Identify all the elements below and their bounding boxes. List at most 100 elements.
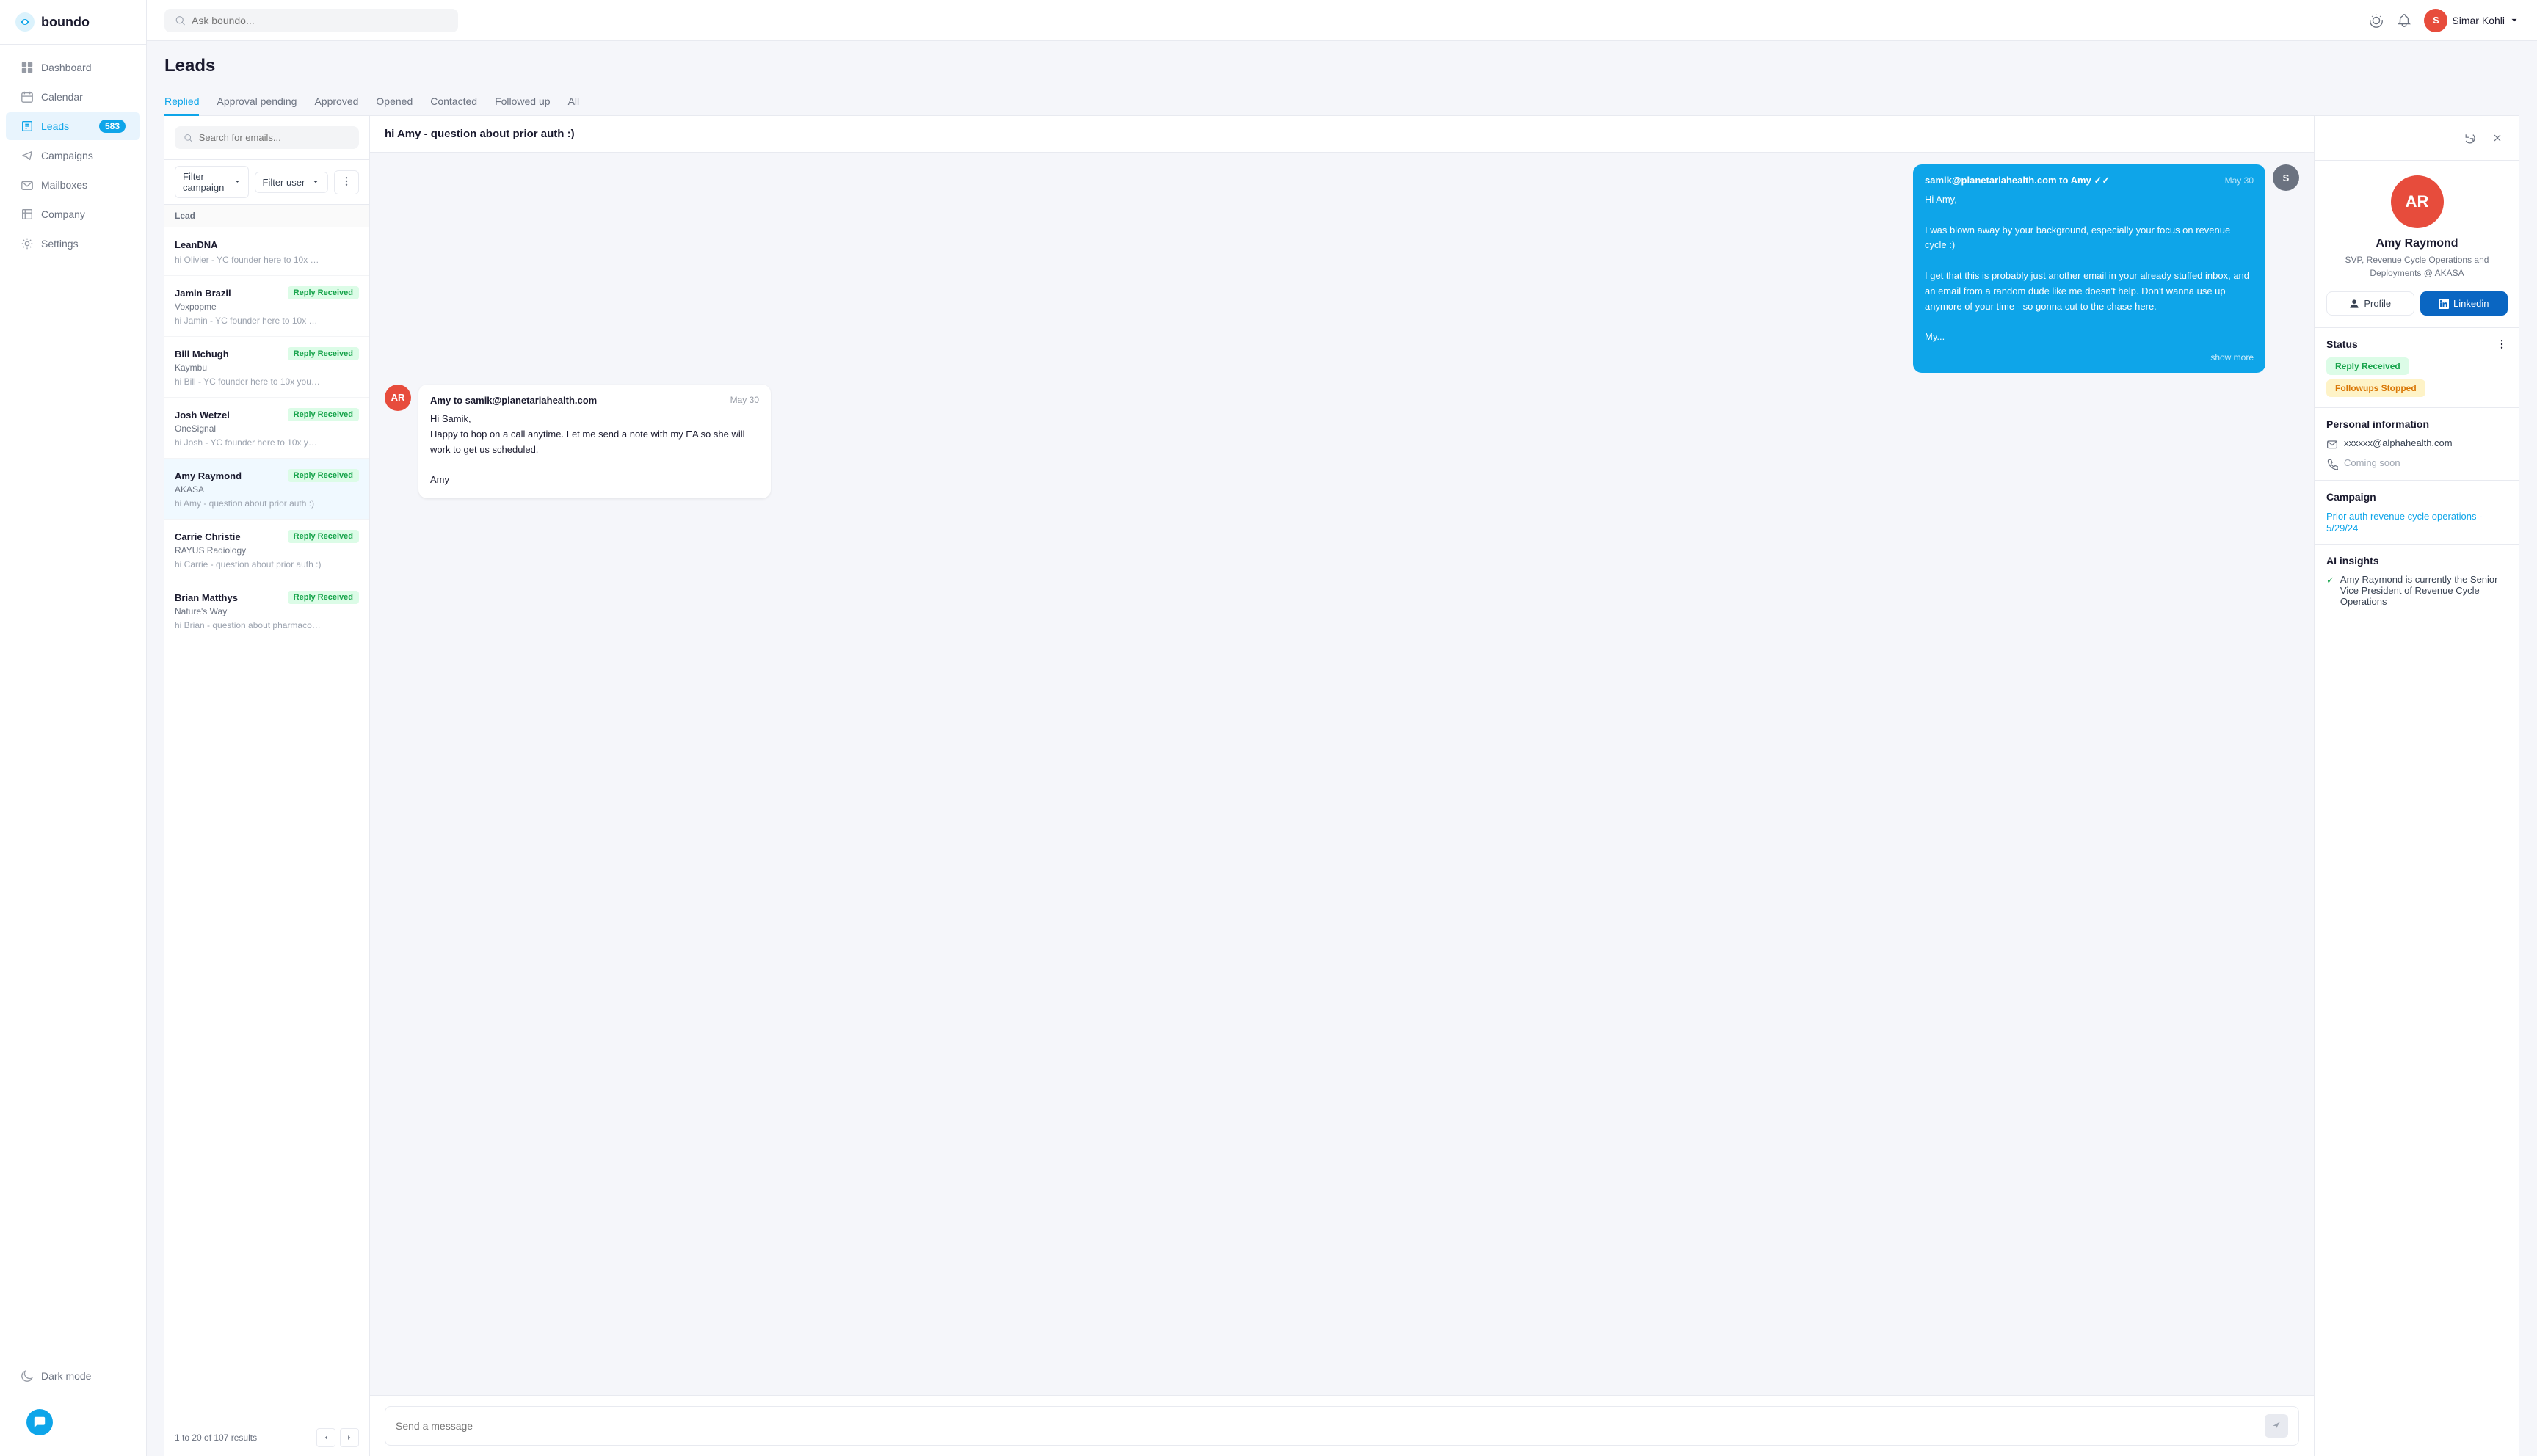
status-badge-followup: Followups Stopped [2326,379,2425,397]
logo-text: boundo [41,15,90,30]
list-item[interactable]: Brian Matthys Reply Received Nature's Wa… [164,580,369,641]
status-section-header: Status [2326,338,2508,350]
campaign-section-header: Campaign [2326,491,2508,503]
more-dots-icon [341,175,352,187]
sidebar-item-leads[interactable]: Leads 583 [6,112,140,140]
notifications-bell-icon[interactable] [2396,12,2412,29]
refresh-icon [2464,132,2475,144]
user-menu[interactable]: S Simar Kohli [2424,9,2519,32]
lead-status-badge: Reply Received [288,286,359,299]
search-bar[interactable] [164,9,458,32]
filter-campaign-chevron [234,178,241,186]
lead-company: Nature's Way [175,606,359,616]
sidebar-item-mailboxes-label: Mailboxes [41,179,87,191]
sidebar-item-company[interactable]: Company [6,200,140,228]
tab-followed-up[interactable]: Followed up [495,88,551,116]
lead-preview: hi Brian - question about pharmacovigila… [175,620,322,630]
sidebar-item-campaigns-label: Campaigns [41,150,93,161]
global-search-input[interactable] [192,15,448,26]
leads-icon [21,120,34,133]
refresh-button[interactable] [2459,128,2480,148]
tab-all[interactable]: All [568,88,580,116]
sidebar-item-dashboard[interactable]: Dashboard [6,54,140,81]
list-item[interactable]: Amy Raymond Reply Received AKASA hi Amy … [164,459,369,520]
sidebar-bottom: Dark mode [0,1353,146,1400]
profile-title: SVP, Revenue Cycle Operations and Deploy… [2326,253,2508,280]
sidebar-item-leads-label: Leads [41,120,69,132]
profile-panel-header [2315,116,2519,161]
list-item[interactable]: Josh Wetzel Reply Received OneSignal hi … [164,398,369,459]
linkedin-button[interactable]: Linkedin [2420,291,2508,316]
status-section: Status Reply Received Followups Stopped [2315,327,2519,407]
sidebar-item-dashboard-label: Dashboard [41,62,92,73]
avatar: AR [385,385,411,411]
panels: Filter campaign Filter user Le [164,116,2519,1456]
close-profile-button[interactable] [2487,128,2508,148]
notification-megaphone-icon[interactable] [2368,12,2384,29]
status-badges: Reply Received Followups Stopped [2326,357,2508,397]
dashboard-icon [21,61,34,74]
lead-preview: hi Amy - question about prior auth :) [175,498,322,509]
lead-status-badge: Reply Received [288,347,359,360]
chevron-down-icon [2509,15,2519,26]
leads-badge: 583 [99,120,126,133]
sidebar-nav: Dashboard Calendar Leads 583 Campaigns M… [0,45,146,1353]
profile-button[interactable]: Profile [2326,291,2414,316]
settings-icon [21,237,34,250]
show-more-button[interactable]: show more [1925,352,2254,363]
filter-campaign-select[interactable]: Filter campaign [175,166,249,198]
list-item[interactable]: LeanDNA Reply Received hi Olivier - YC f… [164,228,369,276]
topbar: S Simar Kohli [147,0,2537,41]
main-area: S Simar Kohli Leads Replied Approval pen… [147,0,2537,1456]
mailboxes-icon [21,178,34,192]
sidebar-item-dark-mode[interactable]: Dark mode [6,1362,140,1390]
filter-user-select[interactable]: Filter user [255,172,329,193]
logo: boundo [0,0,146,45]
campaign-section-title: Campaign [2326,491,2376,503]
ai-insights: ✓ Amy Raymond is currently the Senior Vi… [2326,574,2508,607]
leads-search-area [164,116,369,160]
list-item[interactable]: Carrie Christie Reply Received RAYUS Rad… [164,520,369,580]
filter-user-chevron [311,178,320,186]
message-date: May 30 [730,395,759,405]
list-item[interactable]: Jamin Brazil Reply Received Voxpopme hi … [164,276,369,337]
sidebar-item-calendar[interactable]: Calendar [6,83,140,111]
send-button[interactable] [2265,1414,2288,1438]
lead-preview: hi Carrie - question about prior auth :) [175,559,322,569]
chat-bubble-button[interactable] [26,1409,53,1435]
sidebar-item-mailboxes[interactable]: Mailboxes [6,171,140,199]
leads-search-input[interactable] [199,132,350,143]
compose-message-input[interactable] [396,1420,2257,1432]
tab-contacted[interactable]: Contacted [430,88,477,116]
profile-avatar-section: AR Amy Raymond SVP, Revenue Cycle Operat… [2315,161,2519,291]
sidebar-item-settings-label: Settings [41,238,79,250]
sidebar-item-settings[interactable]: Settings [6,230,140,258]
message-row: S samik@planetariahealth.com to Amy ✓✓ M… [385,164,2299,373]
sidebar-item-campaigns[interactable]: Campaigns [6,142,140,170]
status-more-icon[interactable] [2496,338,2508,350]
personal-info: xxxxxx@alphahealth.com Coming soon [2326,437,2508,470]
message-body: Hi Samik, Happy to hop on a call anytime… [430,412,759,488]
list-item[interactable]: Bill Mchugh Reply Received Kaymbu hi Bil… [164,337,369,398]
tab-approval-pending[interactable]: Approval pending [217,88,297,116]
profile-phone: Coming soon [2344,457,2400,468]
lead-status-badge: Reply Received [288,469,359,482]
tabs: Replied Approval pending Approved Opened… [164,88,2519,116]
leads-search-wrapper[interactable] [175,126,359,149]
message-bubble: Amy to samik@planetariahealth.com May 30… [418,385,771,498]
compose-input-wrapper[interactable] [385,1406,2299,1446]
leads-list: LeanDNA Reply Received hi Olivier - YC f… [164,228,369,1419]
company-icon [21,208,34,221]
prev-page-button[interactable] [316,1428,335,1447]
avatar: S [2273,164,2299,191]
linkedin-icon [2439,299,2449,309]
ai-insights-title: AI insights [2326,555,2379,567]
leads-footer: 1 to 20 of 107 results [164,1419,369,1456]
tab-replied[interactable]: Replied [164,88,199,116]
tab-approved[interactable]: Approved [314,88,358,116]
next-page-button[interactable] [340,1428,359,1447]
tab-opened[interactable]: Opened [376,88,413,116]
campaign-link[interactable]: Prior auth revenue cycle operations - 5/… [2326,511,2482,534]
more-options-button[interactable] [334,170,359,194]
lead-name: Brian Matthys [175,592,238,603]
